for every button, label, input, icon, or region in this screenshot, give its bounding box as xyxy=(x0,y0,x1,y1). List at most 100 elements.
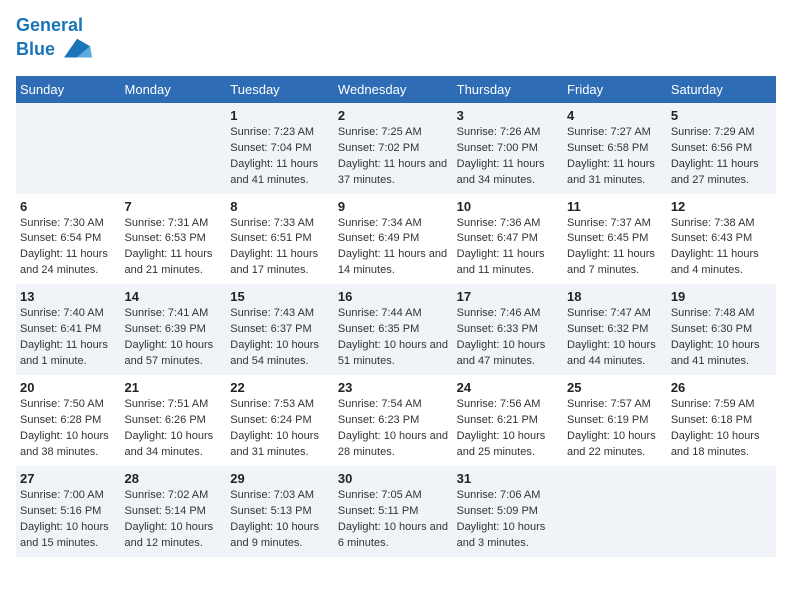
calendar-week-row: 27 Sunrise: 7:00 AM Sunset: 5:16 PM Dayli… xyxy=(16,466,776,557)
calendar-cell: 19 Sunrise: 7:48 AM Sunset: 6:30 PM Dayli… xyxy=(667,284,776,375)
calendar-week-row: 6 Sunrise: 7:30 AM Sunset: 6:54 PM Daylig… xyxy=(16,194,776,285)
calendar-cell: 22 Sunrise: 7:53 AM Sunset: 6:24 PM Dayli… xyxy=(226,375,334,466)
calendar-cell xyxy=(563,466,667,557)
weekday-header-friday: Friday xyxy=(563,76,667,103)
calendar-cell: 9 Sunrise: 7:34 AM Sunset: 6:49 PM Daylig… xyxy=(334,194,453,285)
day-number: 22 xyxy=(230,380,330,395)
day-info: Sunrise: 7:57 AM Sunset: 6:19 PM Dayligh… xyxy=(567,397,663,461)
weekday-header-tuesday: Tuesday xyxy=(226,76,334,103)
day-info: Sunrise: 7:29 AM Sunset: 6:56 PM Dayligh… xyxy=(671,125,772,189)
day-number: 29 xyxy=(230,471,330,486)
day-info: Sunrise: 7:48 AM Sunset: 6:30 PM Dayligh… xyxy=(671,306,772,370)
weekday-header-monday: Monday xyxy=(121,76,227,103)
day-number: 27 xyxy=(20,471,117,486)
calendar-cell: 28 Sunrise: 7:02 AM Sunset: 5:14 PM Dayli… xyxy=(121,466,227,557)
calendar-cell: 26Sunrise: 7:59 AM Sunset: 6:18 PM Dayli… xyxy=(667,375,776,466)
calendar-cell: 4 Sunrise: 7:27 AM Sunset: 6:58 PM Daylig… xyxy=(563,103,667,194)
logo-text2: Blue xyxy=(16,36,92,64)
day-info: Sunrise: 7:25 AM Sunset: 7:02 PM Dayligh… xyxy=(338,125,449,189)
day-info: Sunrise: 7:51 AM Sunset: 6:26 PM Dayligh… xyxy=(125,397,223,461)
day-number: 9 xyxy=(338,199,449,214)
day-info: Sunrise: 7:50 AM Sunset: 6:28 PM Dayligh… xyxy=(20,397,117,461)
calendar-cell: 2Sunrise: 7:25 AM Sunset: 7:02 PM Daylig… xyxy=(334,103,453,194)
day-info: Sunrise: 7:38 AM Sunset: 6:43 PM Dayligh… xyxy=(671,216,772,280)
weekday-header-wednesday: Wednesday xyxy=(334,76,453,103)
logo-text: General xyxy=(16,16,92,36)
day-number: 19 xyxy=(671,289,772,304)
day-info: Sunrise: 7:23 AM Sunset: 7:04 PM Dayligh… xyxy=(230,125,330,189)
day-number: 11 xyxy=(567,199,663,214)
day-info: Sunrise: 7:03 AM Sunset: 5:13 PM Dayligh… xyxy=(230,488,330,552)
day-number: 13 xyxy=(20,289,117,304)
day-number: 6 xyxy=(20,199,117,214)
calendar-cell xyxy=(121,103,227,194)
day-number: 4 xyxy=(567,108,663,123)
day-number: 15 xyxy=(230,289,330,304)
weekday-header-thursday: Thursday xyxy=(453,76,563,103)
calendar-cell: 27 Sunrise: 7:00 AM Sunset: 5:16 PM Dayli… xyxy=(16,466,121,557)
day-info: Sunrise: 7:06 AM Sunset: 5:09 PM Dayligh… xyxy=(457,488,559,552)
day-number: 28 xyxy=(125,471,223,486)
day-number: 23 xyxy=(338,380,449,395)
calendar-cell: 11Sunrise: 7:37 AM Sunset: 6:45 PM Dayli… xyxy=(563,194,667,285)
calendar-week-row: 13 Sunrise: 7:40 AM Sunset: 6:41 PM Dayli… xyxy=(16,284,776,375)
day-info: Sunrise: 7:46 AM Sunset: 6:33 PM Dayligh… xyxy=(457,306,559,370)
day-info: Sunrise: 7:36 AM Sunset: 6:47 PM Dayligh… xyxy=(457,216,559,280)
day-info: Sunrise: 7:44 AM Sunset: 6:35 PM Dayligh… xyxy=(338,306,449,370)
day-number: 7 xyxy=(125,199,223,214)
day-number: 14 xyxy=(125,289,223,304)
day-info: Sunrise: 7:34 AM Sunset: 6:49 PM Dayligh… xyxy=(338,216,449,280)
day-info: Sunrise: 7:40 AM Sunset: 6:41 PM Dayligh… xyxy=(20,306,117,370)
calendar-cell: 17 Sunrise: 7:46 AM Sunset: 6:33 PM Dayli… xyxy=(453,284,563,375)
calendar-cell xyxy=(667,466,776,557)
weekday-header-sunday: Sunday xyxy=(16,76,121,103)
day-info: Sunrise: 7:33 AM Sunset: 6:51 PM Dayligh… xyxy=(230,216,330,280)
calendar-cell: 13 Sunrise: 7:40 AM Sunset: 6:41 PM Dayli… xyxy=(16,284,121,375)
day-number: 21 xyxy=(125,380,223,395)
day-number: 31 xyxy=(457,471,559,486)
calendar-cell: 29 Sunrise: 7:03 AM Sunset: 5:13 PM Dayli… xyxy=(226,466,334,557)
calendar-table: SundayMondayTuesdayWednesdayThursdayFrid… xyxy=(16,76,776,557)
calendar-cell: 3Sunrise: 7:26 AM Sunset: 7:00 PM Daylig… xyxy=(453,103,563,194)
day-info: Sunrise: 7:53 AM Sunset: 6:24 PM Dayligh… xyxy=(230,397,330,461)
calendar-cell: 18 Sunrise: 7:47 AM Sunset: 6:32 PM Dayli… xyxy=(563,284,667,375)
day-info: Sunrise: 7:27 AM Sunset: 6:58 PM Dayligh… xyxy=(567,125,663,189)
day-number: 8 xyxy=(230,199,330,214)
day-number: 10 xyxy=(457,199,559,214)
day-number: 16 xyxy=(338,289,449,304)
calendar-cell: 16 Sunrise: 7:44 AM Sunset: 6:35 PM Dayli… xyxy=(334,284,453,375)
calendar-cell: 14Sunrise: 7:41 AM Sunset: 6:39 PM Dayli… xyxy=(121,284,227,375)
day-info: Sunrise: 7:02 AM Sunset: 5:14 PM Dayligh… xyxy=(125,488,223,552)
calendar-cell: 15 Sunrise: 7:43 AM Sunset: 6:37 PM Dayli… xyxy=(226,284,334,375)
day-info: Sunrise: 7:47 AM Sunset: 6:32 PM Dayligh… xyxy=(567,306,663,370)
day-number: 3 xyxy=(457,108,559,123)
calendar-cell: 6 Sunrise: 7:30 AM Sunset: 6:54 PM Daylig… xyxy=(16,194,121,285)
calendar-cell: 5 Sunrise: 7:29 AM Sunset: 6:56 PM Daylig… xyxy=(667,103,776,194)
day-info: Sunrise: 7:43 AM Sunset: 6:37 PM Dayligh… xyxy=(230,306,330,370)
day-number: 1 xyxy=(230,108,330,123)
day-info: Sunrise: 7:05 AM Sunset: 5:11 PM Dayligh… xyxy=(338,488,449,552)
calendar-cell: 12 Sunrise: 7:38 AM Sunset: 6:43 PM Dayli… xyxy=(667,194,776,285)
day-number: 20 xyxy=(20,380,117,395)
calendar-cell: 23Sunrise: 7:54 AM Sunset: 6:23 PM Dayli… xyxy=(334,375,453,466)
day-info: Sunrise: 7:56 AM Sunset: 6:21 PM Dayligh… xyxy=(457,397,559,461)
weekday-header-saturday: Saturday xyxy=(667,76,776,103)
calendar-cell: 25 Sunrise: 7:57 AM Sunset: 6:19 PM Dayli… xyxy=(563,375,667,466)
day-info: Sunrise: 7:00 AM Sunset: 5:16 PM Dayligh… xyxy=(20,488,117,552)
calendar-cell: 21 Sunrise: 7:51 AM Sunset: 6:26 PM Dayli… xyxy=(121,375,227,466)
calendar-cell: 24Sunrise: 7:56 AM Sunset: 6:21 PM Dayli… xyxy=(453,375,563,466)
calendar-cell: 10 Sunrise: 7:36 AM Sunset: 6:47 PM Dayli… xyxy=(453,194,563,285)
calendar-cell: 20 Sunrise: 7:50 AM Sunset: 6:28 PM Dayli… xyxy=(16,375,121,466)
calendar-cell: 31 Sunrise: 7:06 AM Sunset: 5:09 PM Dayli… xyxy=(453,466,563,557)
day-number: 5 xyxy=(671,108,772,123)
day-number: 17 xyxy=(457,289,559,304)
day-info: Sunrise: 7:31 AM Sunset: 6:53 PM Dayligh… xyxy=(125,216,223,280)
day-number: 12 xyxy=(671,199,772,214)
calendar-cell: 8 Sunrise: 7:33 AM Sunset: 6:51 PM Daylig… xyxy=(226,194,334,285)
day-number: 18 xyxy=(567,289,663,304)
logo: General Blue xyxy=(16,16,92,64)
day-info: Sunrise: 7:30 AM Sunset: 6:54 PM Dayligh… xyxy=(20,216,117,280)
calendar-cell: 7 Sunrise: 7:31 AM Sunset: 6:53 PM Daylig… xyxy=(121,194,227,285)
day-info: Sunrise: 7:59 AM Sunset: 6:18 PM Dayligh… xyxy=(671,397,772,461)
day-number: 25 xyxy=(567,380,663,395)
